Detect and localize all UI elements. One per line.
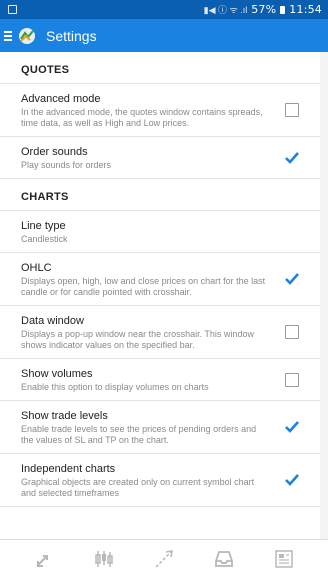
show-volumes-checkbox[interactable] [285, 372, 299, 387]
battery-level: 57% [251, 3, 277, 16]
bottom-navigation [0, 539, 328, 577]
check-icon [285, 151, 299, 164]
setting-title: Data window [21, 315, 84, 327]
setting-independent-charts[interactable]: Independent charts Graphical objects are… [0, 454, 320, 507]
setting-data-window[interactable]: Data window Displays a pop-up window nea… [0, 306, 320, 359]
trade-line-icon [155, 549, 173, 568]
history-nav-button[interactable] [204, 544, 244, 574]
setting-title: OHLC [21, 262, 52, 274]
page-title: Settings [46, 27, 97, 44]
setting-subtitle: Graphical objects are created only on cu… [21, 477, 255, 498]
setting-advanced-mode[interactable]: Advanced mode In the advanced mode, the … [0, 84, 320, 137]
setting-subtitle: Play sounds for orders [21, 160, 112, 170]
setting-subtitle: In the advanced mode, the quotes window … [21, 107, 263, 128]
notification-icon [8, 5, 17, 14]
check-icon [285, 273, 299, 285]
setting-subtitle: Enable this option to display volumes on… [21, 382, 209, 392]
inbox-icon [215, 550, 233, 567]
setting-title: Line type [21, 220, 66, 232]
setting-show-volumes[interactable]: Show volumes Enable this option to displ… [0, 359, 320, 401]
check-icon [285, 421, 299, 433]
app-bar: Settings [0, 19, 328, 52]
data-window-checkbox[interactable] [285, 325, 299, 339]
setting-subtitle: Displays open, high, low and close price… [21, 276, 266, 297]
setting-show-trade-levels[interactable]: Show trade levels Enable trade levels to… [0, 401, 320, 454]
scrollbar[interactable] [320, 52, 328, 539]
setting-title: Show trade levels [21, 410, 108, 422]
trade-nav-button[interactable] [144, 544, 184, 574]
ohlc-checkbox[interactable] [285, 272, 299, 286]
order-sounds-checkbox[interactable] [285, 151, 299, 165]
clock: 11:54 [289, 3, 322, 16]
candles-icon [95, 550, 113, 567]
setting-title: Order sounds [21, 146, 88, 158]
independent-charts-checkbox[interactable] [285, 473, 299, 487]
advanced-mode-checkbox[interactable] [285, 103, 299, 117]
setting-title: Independent charts [21, 463, 116, 475]
section-header-charts: CHARTS [0, 179, 320, 211]
show-trade-levels-checkbox[interactable] [285, 420, 299, 434]
quotes-arrows-icon [36, 554, 48, 567]
app-logo-icon[interactable] [18, 27, 36, 45]
news-nav-button[interactable] [264, 544, 304, 574]
status-bar: ▮◀ ⓘ ᯤ .ıl 57% 11:54 [0, 0, 328, 19]
newspaper-icon [275, 549, 293, 568]
setting-title: Show volumes [21, 368, 93, 380]
battery-icon [280, 5, 286, 14]
setting-subtitle: Displays a pop-up window near the crossh… [21, 329, 254, 350]
setting-line-type[interactable]: Line type Candlestick [0, 211, 320, 253]
section-header-quotes: QUOTES [0, 52, 320, 84]
settings-list[interactable]: QUOTES Advanced mode In the advanced mod… [0, 52, 320, 539]
setting-order-sounds[interactable]: Order sounds Play sounds for orders [0, 137, 320, 179]
check-icon [285, 474, 299, 486]
status-right: ▮◀ ⓘ ᯤ .ıl 57% 11:54 [204, 3, 322, 16]
chart-nav-button[interactable] [84, 544, 124, 574]
setting-subtitle: Enable trade levels to see the prices of… [21, 424, 257, 445]
setting-subtitle: Candlestick [21, 234, 68, 244]
menu-icon[interactable] [4, 30, 12, 41]
quotes-nav-button[interactable] [24, 544, 64, 574]
signal-icons: ▮◀ ⓘ ᯤ .ıl [203, 5, 248, 15]
setting-title: Advanced mode [21, 93, 101, 105]
setting-ohlc[interactable]: OHLC Displays open, high, low and close … [0, 253, 320, 306]
